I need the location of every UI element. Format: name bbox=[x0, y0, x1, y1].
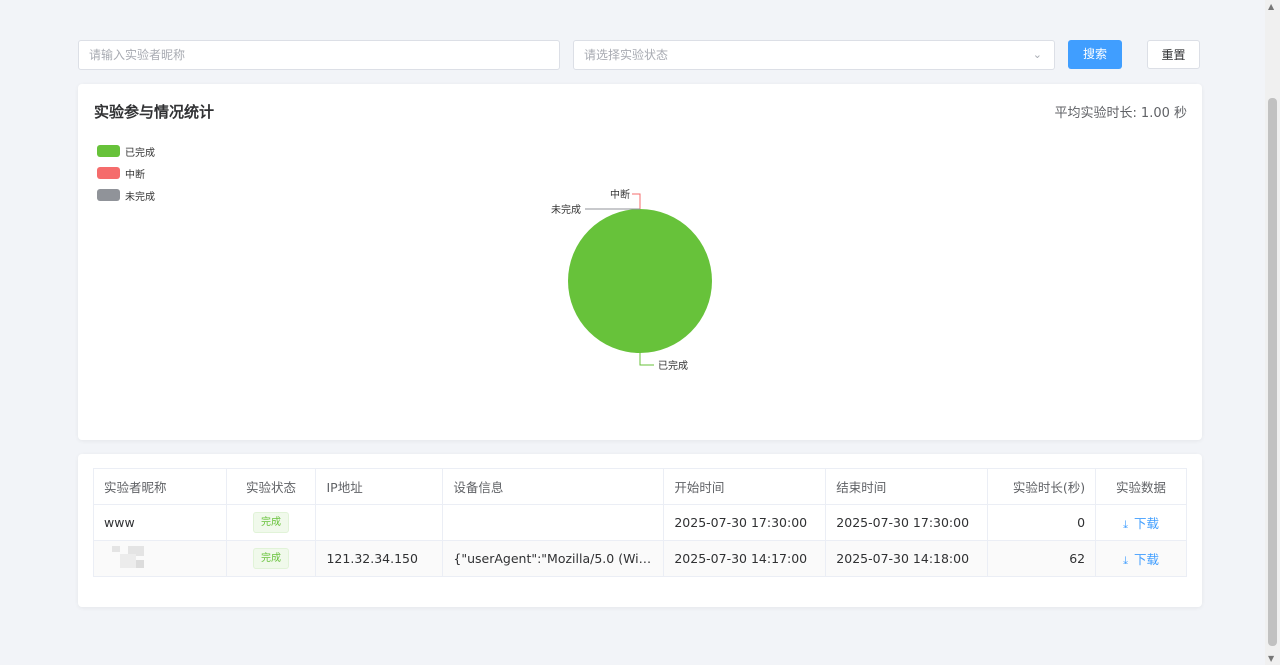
column-header: 实验状态 bbox=[225, 468, 317, 505]
status-select[interactable]: 请选择实验状态 ⌄ bbox=[573, 40, 1055, 70]
cell-start-time: 2025-07-30 17:30:00 bbox=[663, 504, 827, 541]
results-table: 实验者昵称 实验状态 IP地址 设备信息 开始时间 结束时间 实验时长(秒) 实… bbox=[93, 468, 1187, 577]
download-icon: ⤓ bbox=[1123, 554, 1128, 567]
column-header: 设备信息 bbox=[442, 468, 665, 505]
redacted-nickname bbox=[104, 546, 144, 568]
column-header: 结束时间 bbox=[825, 468, 989, 505]
chevron-down-icon: ⌄ bbox=[1032, 48, 1042, 61]
cell-end-time: 2025-07-30 14:18:00 bbox=[825, 540, 989, 577]
status-badge: 完成 bbox=[253, 512, 290, 533]
pie-slice-label: 未完成 bbox=[551, 203, 581, 216]
cell-duration: 62 bbox=[987, 540, 1097, 577]
status-select-placeholder: 请选择实验状态 bbox=[584, 48, 669, 62]
status-badge: 完成 bbox=[253, 548, 290, 569]
cell-device bbox=[442, 504, 665, 541]
table-row: www 完成 2025-07-30 17:30:00 2025-07-30 17… bbox=[93, 504, 1187, 541]
cell-start-time: 2025-07-30 14:17:00 bbox=[663, 540, 827, 577]
reset-button[interactable]: 重置 bbox=[1147, 40, 1200, 69]
table-row: 完成 121.32.34.150 {"userAgent":"Mozilla/5… bbox=[93, 540, 1187, 577]
cell-status: 完成 bbox=[225, 540, 317, 577]
scroll-up-icon[interactable]: ▲ bbox=[1268, 2, 1274, 11]
column-header: 实验数据 bbox=[1095, 468, 1187, 505]
column-header: IP地址 bbox=[315, 468, 444, 505]
pie-chart: 已完成 中断未完成 bbox=[551, 188, 712, 372]
download-label: 下载 bbox=[1133, 516, 1159, 531]
column-header: 开始时间 bbox=[663, 468, 827, 505]
column-header: 实验时长(秒) bbox=[987, 468, 1097, 505]
cell-device: {"userAgent":"Mozilla/5.0 (Wind... bbox=[442, 540, 665, 577]
column-header: 实验者昵称 bbox=[93, 468, 227, 505]
table-header: 实验者昵称 实验状态 IP地址 设备信息 开始时间 结束时间 实验时长(秒) 实… bbox=[93, 468, 1187, 505]
pie-leader-line bbox=[639, 353, 654, 366]
nickname-search-input[interactable]: 请输入实验者昵称 bbox=[78, 40, 560, 70]
results-card: 实验者昵称 实验状态 IP地址 设备信息 开始时间 结束时间 实验时长(秒) 实… bbox=[78, 454, 1202, 607]
cell-ip: 121.32.34.150 bbox=[315, 540, 444, 577]
download-label: 下载 bbox=[1133, 552, 1159, 567]
cell-action: ⤓ 下载 bbox=[1095, 504, 1187, 541]
stats-card: 实验参与情况统计 平均实验时长: 1.00 秒 已完成 中断 未完成 已完成 中断未… bbox=[78, 84, 1202, 440]
cell-status: 完成 bbox=[225, 504, 317, 541]
cell-ip bbox=[315, 504, 444, 541]
cell-duration: 0 bbox=[987, 504, 1097, 541]
download-link[interactable]: ⤓ 下载 bbox=[1123, 552, 1159, 567]
pie-slice-label: 已完成 bbox=[658, 359, 688, 372]
page-scrollbar[interactable]: ▲ ▼ bbox=[1265, 0, 1280, 665]
scrollbar-thumb[interactable] bbox=[1268, 98, 1277, 646]
cell-name: www bbox=[93, 504, 227, 541]
download-icon: ⤓ bbox=[1123, 518, 1128, 531]
cell-name bbox=[93, 540, 227, 577]
cell-action: ⤓ 下载 bbox=[1095, 540, 1187, 577]
search-button[interactable]: 搜索 bbox=[1068, 40, 1122, 69]
pie-slice-label: 中断 bbox=[610, 188, 630, 201]
download-link[interactable]: ⤓ 下载 bbox=[1123, 516, 1159, 531]
cell-end-time: 2025-07-30 17:30:00 bbox=[825, 504, 989, 541]
pie-slice[interactable] bbox=[568, 209, 712, 353]
scroll-down-icon[interactable]: ▼ bbox=[1268, 654, 1274, 663]
pie-leader-line bbox=[632, 193, 641, 209]
filter-bar: 请输入实验者昵称 请选择实验状态 ⌄ 搜索 重置 bbox=[78, 40, 1202, 70]
